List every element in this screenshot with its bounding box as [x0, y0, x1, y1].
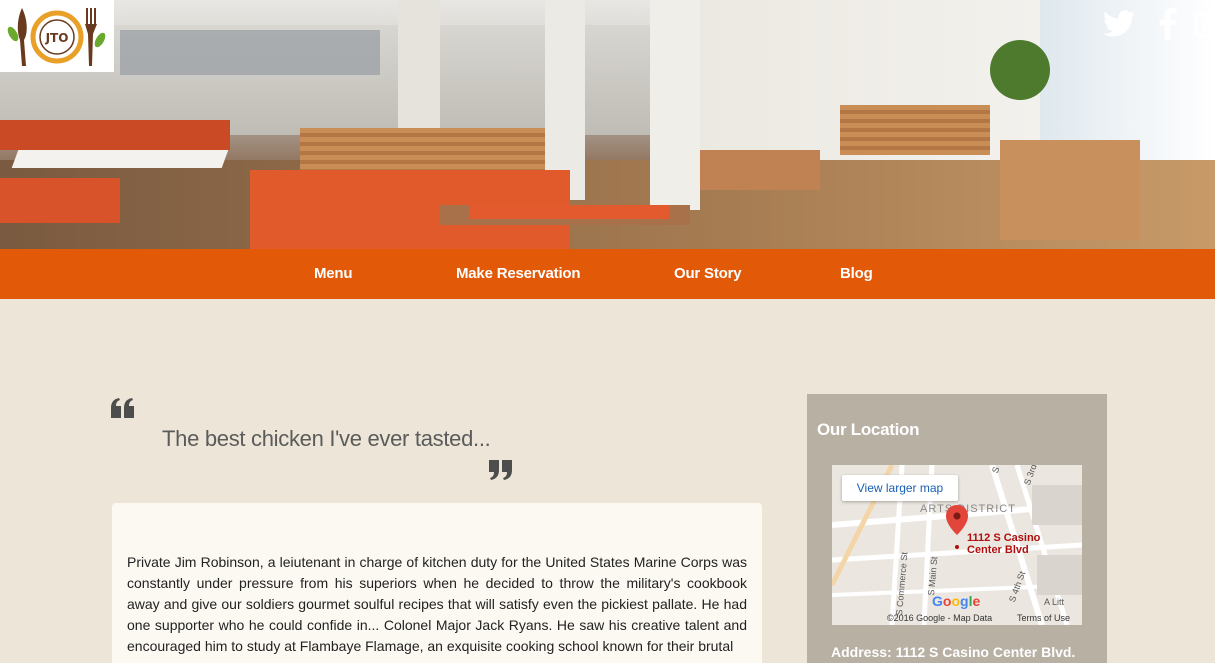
twitter-icon[interactable] — [1103, 8, 1135, 40]
hero-image — [0, 0, 1215, 249]
story-card: Private Jim Robinson, a leiutenant in ch… — [112, 503, 762, 663]
nav-make-reservation[interactable]: Make Reservation — [456, 249, 581, 299]
main-nav: Menu Make Reservation Our Story Blog — [0, 249, 1215, 299]
location-panel: Our Location View larger map ARTS DISTRI… — [807, 394, 1107, 663]
quote-close-icon — [489, 460, 512, 480]
logo[interactable]: JTO — [0, 0, 114, 72]
story-text: Private Jim Robinson, a leiutenant in ch… — [127, 554, 747, 654]
map-terms-link[interactable]: Terms of Use — [1017, 613, 1070, 623]
address-text: Address: 1112 S Casino Center Blvd. — [831, 644, 1076, 660]
nav-our-story[interactable]: Our Story — [674, 249, 742, 299]
nav-menu[interactable]: Menu — [314, 249, 353, 299]
view-larger-map-button[interactable]: View larger map — [842, 475, 958, 501]
google-logo: Google — [932, 593, 981, 609]
nav-blog[interactable]: Blog — [840, 249, 873, 299]
map-marker-label: 1112 S Casino Center Blvd — [967, 532, 1041, 556]
instagram-icon[interactable] — [1194, 8, 1215, 40]
location-map[interactable]: View larger map ARTS DISTRICT 1112 S Cas… — [832, 465, 1082, 625]
facebook-icon[interactable] — [1158, 8, 1178, 40]
map-attribution: ©2016 Google - Map Data — [887, 613, 993, 623]
location-title: Our Location — [817, 420, 920, 439]
logo-text: JTO — [45, 31, 69, 45]
testimonial-quote: The best chicken I've ever tasted... — [162, 426, 491, 451]
quote-open-icon — [111, 398, 134, 418]
street-label: A Litt — [1044, 597, 1065, 607]
map-marker-icon[interactable] — [946, 505, 968, 549]
